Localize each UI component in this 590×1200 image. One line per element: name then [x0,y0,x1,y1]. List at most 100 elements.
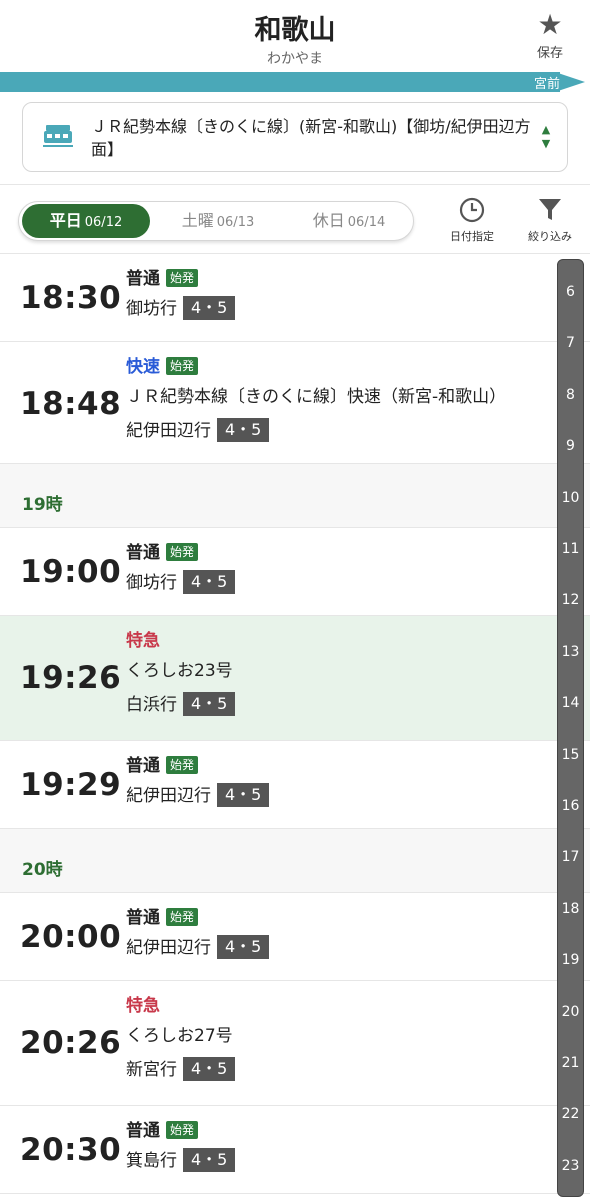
hour-index-item[interactable]: 18 [558,901,583,917]
hour-index-item[interactable]: 14 [558,695,583,711]
hour-index-item[interactable]: 13 [558,644,583,660]
origin-badge: 始発 [166,756,199,774]
destination: 御坊行 [126,299,177,319]
departure-time: 19:00 [20,554,122,590]
platform-badge: 4・5 [183,570,236,594]
tab-holiday[interactable]: 休日 06/14 [285,202,413,240]
hour-index-scroller[interactable]: 6 7 8 9 10 11 12 13 14 15 16 17 18 19 20 21 22 23 [557,259,584,1197]
departure-time: 20:00 [20,919,122,955]
departure-time: 19:26 [20,660,122,696]
hour-index-item[interactable]: 23 [558,1158,583,1174]
timetable: 18:30 普通 始発 御坊行 4・5 18:48 快速 始発 ＪＲ紀勢本線〔きのくに… [0,254,590,1194]
departure-time: 19:29 [20,767,122,803]
filter-button[interactable]: 絞り込み [518,197,582,244]
departure-row[interactable]: 20:26 特急 くろしお27号 新宮行 4・5 [0,981,590,1106]
next-station-label: 宮前 [533,77,560,92]
tab-weekday[interactable]: 平日 06/12 [22,204,150,238]
platform-badge: 4・5 [183,1057,236,1081]
hour-index-item[interactable]: 19 [558,952,583,968]
train-type: 特急 [126,631,160,651]
train-name: くろしお23号 [126,661,233,681]
hour-index-item[interactable]: 16 [558,798,583,814]
station-kana: わかやま [267,51,323,67]
departure-time: 20:30 [20,1132,122,1168]
train-type: 普通 [126,756,160,776]
departure-row[interactable]: 19:00 普通 始発 御坊行 4・5 [0,528,590,616]
hour-header-label: 20時 [22,860,63,880]
train-type: 普通 [126,269,160,289]
hour-index-item[interactable]: 20 [558,1004,583,1020]
station-name: 和歌山 [254,15,336,46]
train-icon [43,125,73,147]
tab-saturday-label: 土曜 [181,211,214,230]
station-header: 和歌山 わかやま ★ 保存 [0,0,590,72]
departure-row[interactable]: 18:48 快速 始発 ＪＲ紀勢本線〔きのくに線〕快速（新宮-和歌山） 紀伊田辺行… [0,342,590,464]
hour-index-item[interactable]: 8 [558,387,583,403]
origin-badge: 始発 [166,269,199,287]
origin-badge: 始発 [166,1121,199,1139]
departure-row[interactable]: 20:30 普通 始発 箕島行 4・5 [0,1106,590,1194]
filter-icon [539,199,561,220]
origin-badge: 始発 [166,357,199,375]
save-label: 保存 [536,46,563,61]
save-button[interactable]: ★ 保存 [528,10,572,62]
line-name: ＪＲ紀勢本線〔きのくに線〕(新宮-和歌山)【御坊/紀伊田辺方面】 [91,117,531,159]
hour-index-item[interactable]: 22 [558,1106,583,1122]
hour-index-item[interactable]: 12 [558,592,583,608]
destination: 箕島行 [126,1151,177,1171]
train-type: 特急 [126,996,160,1016]
down-arrow-icon: ▼ [541,137,551,150]
hour-index-item[interactable]: 9 [558,438,583,454]
platform-badge: 4・5 [217,935,270,959]
departure-time: 18:48 [20,386,122,422]
destination: 紀伊田辺行 [126,421,211,441]
platform-badge: 4・5 [183,692,236,716]
hour-header: 20時 [0,829,590,893]
date-select-label: 日付指定 [450,230,494,243]
tab-holiday-date: 06/14 [347,215,386,230]
train-type: 普通 [126,908,160,928]
line-switch-arrows[interactable]: ▲ ▼ [539,123,553,151]
tab-weekday-label: 平日 [49,211,82,230]
train-type: 普通 [126,1121,160,1141]
hour-index-item[interactable]: 7 [558,335,583,351]
departure-row[interactable]: 19:29 普通 始発 紀伊田辺行 4・5 [0,741,590,829]
hour-index-item[interactable]: 21 [558,1055,583,1071]
train-name: くろしお27号 [126,1026,233,1046]
tab-weekday-date: 06/12 [84,215,123,230]
day-tabs-area: 平日 06/12 土曜 06/13 休日 06/14 日付指定 絞り込み [0,184,590,254]
filter-label: 絞り込み [528,230,572,243]
date-select-button[interactable]: 日付指定 [440,197,504,244]
departure-row[interactable]: 18:30 普通 始発 御坊行 4・5 [0,254,590,342]
line-name-text: ＪＲ紀勢本線〔きのくに線〕快速（新宮-和歌山） [126,387,507,407]
up-arrow-icon: ▲ [541,123,551,136]
hour-index-item[interactable]: 11 [558,541,583,557]
day-tabs: 平日 06/12 土曜 06/13 休日 06/14 [18,201,414,241]
tab-saturday[interactable]: 土曜 06/13 [153,202,283,240]
tab-holiday-label: 休日 [312,211,345,230]
hour-header: 19時 [0,464,590,528]
destination: 紀伊田辺行 [126,938,211,958]
hour-index-item[interactable]: 15 [558,747,583,763]
destination: 紀伊田辺行 [126,786,211,806]
direction-bar: 宮前 [0,72,590,92]
departure-row[interactable]: 19:26 特急 くろしお23号 白浜行 4・5 [0,616,590,741]
departure-row[interactable]: 20:00 普通 始発 紀伊田辺行 4・5 [0,893,590,981]
hour-index-item[interactable]: 17 [558,849,583,865]
destination: 新宮行 [126,1060,177,1080]
hour-header-label: 19時 [22,495,63,515]
hour-index-item[interactable]: 6 [558,284,583,300]
departure-time: 20:26 [20,1025,122,1061]
line-selector[interactable]: ＪＲ紀勢本線〔きのくに線〕(新宮-和歌山)【御坊/紀伊田辺方面】 ▲ ▼ [22,102,568,172]
departure-time: 18:30 [20,280,122,316]
platform-badge: 4・5 [217,783,270,807]
clock-icon [459,197,485,223]
platform-badge: 4・5 [217,418,270,442]
platform-badge: 4・5 [183,296,236,320]
origin-badge: 始発 [166,543,199,561]
hour-index-item[interactable]: 10 [558,490,583,506]
tab-saturday-date: 06/13 [216,215,255,230]
destination: 白浜行 [126,695,177,715]
origin-badge: 始発 [166,908,199,926]
destination: 御坊行 [126,573,177,593]
